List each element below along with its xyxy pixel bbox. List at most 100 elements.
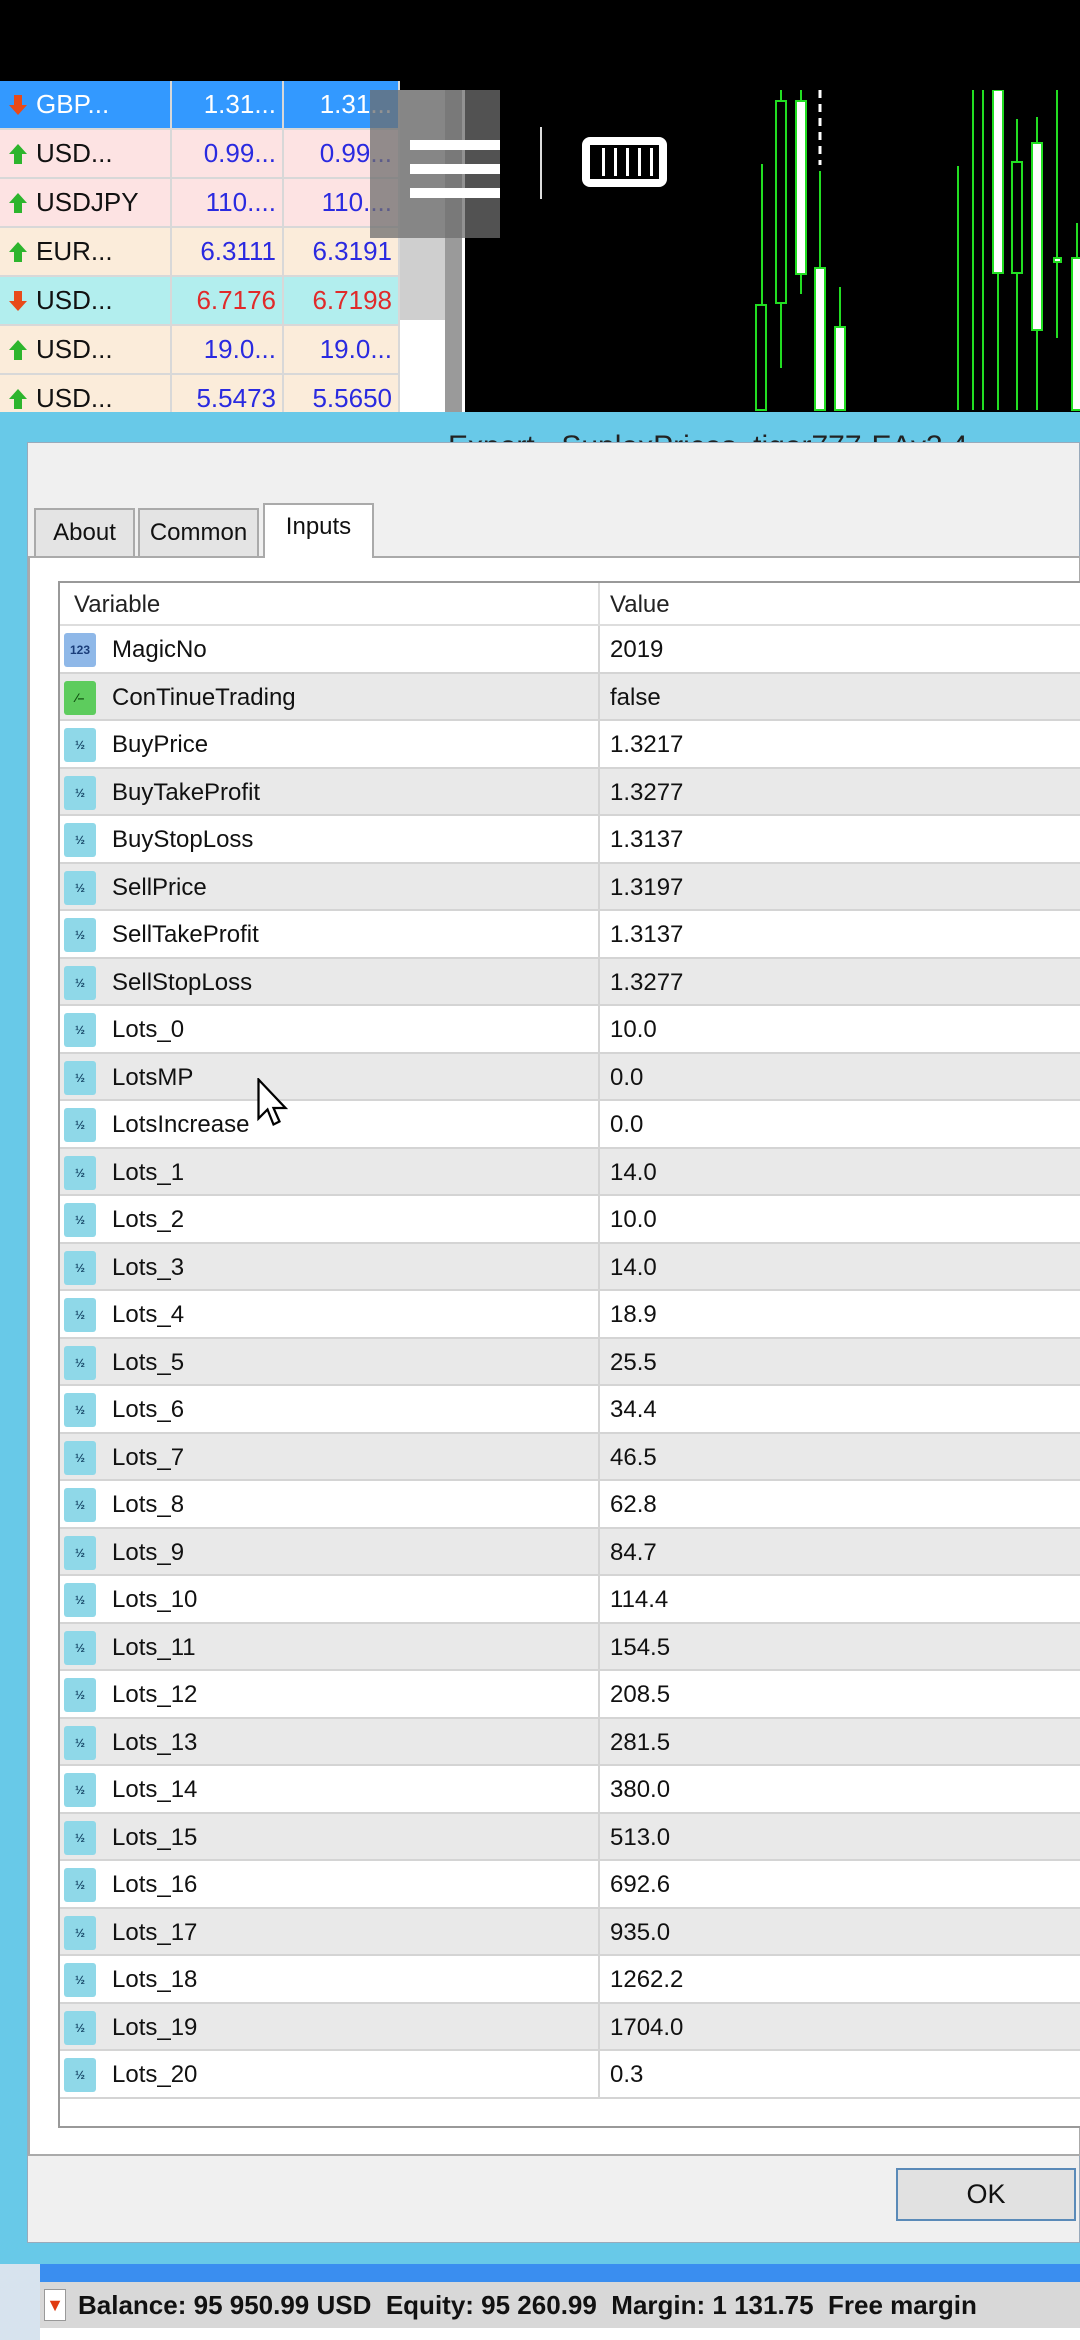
input-row[interactable]: ½ Lots_18 1262.2 — [60, 1956, 1080, 2004]
variable-name: Lots_0 — [112, 1016, 185, 1043]
market-watch-row[interactable]: USD... 6.7176 6.7198 — [0, 277, 400, 326]
input-row[interactable]: ½ Lots_12 208.5 — [60, 1671, 1080, 1719]
bool-type-icon: ⁄– — [64, 680, 96, 715]
input-row[interactable]: ½ Lots_4 18.9 — [60, 1291, 1080, 1339]
input-row[interactable]: ½ LotsMP 0.0 — [60, 1053, 1080, 1101]
variable-value[interactable]: 10.0 — [610, 1016, 657, 1044]
input-row[interactable]: ½ Lots_14 380.0 — [60, 1766, 1080, 1814]
input-row[interactable]: ½ BuyTakeProfit 1.3277 — [60, 768, 1080, 816]
market-watch-row[interactable]: GBP... 1.31... 1.31... — [0, 81, 400, 130]
variable-value[interactable]: 46.5 — [610, 1444, 657, 1472]
terminal-area — [40, 2328, 1080, 2340]
divider — [540, 127, 542, 199]
variable-value[interactable]: 1.3217 — [610, 731, 683, 759]
market-watch-row[interactable]: USD... 0.99... 0.99... — [0, 130, 400, 179]
variable-name: Lots_8 — [112, 1491, 185, 1518]
variable-name: SellTakeProfit — [112, 921, 259, 948]
variable-name: Lots_4 — [112, 1301, 185, 1328]
dialog-body: About Common Inputs Variable Value 123 M… — [27, 442, 1080, 2243]
column-header-variable[interactable]: Variable — [74, 591, 160, 619]
input-row[interactable]: ½ LotsIncrease 0.0 — [60, 1101, 1080, 1149]
variable-value[interactable]: 14.0 — [610, 1254, 657, 1282]
input-row[interactable]: ½ Lots_20 0.3 — [60, 2051, 1080, 2099]
market-watch-row[interactable]: EUR... 6.3111 6.3191 — [0, 228, 400, 277]
double-type-icon: ½ — [64, 1915, 96, 1950]
variable-name: MagicNo — [112, 636, 207, 663]
keyboard-icon[interactable] — [582, 137, 667, 187]
tab-about[interactable]: About — [34, 508, 135, 556]
expert-dialog: Expert - SuplexPrices_tiger777-EAv3.4 Ab… — [0, 412, 1080, 2264]
tab-common[interactable]: Common — [138, 508, 259, 556]
variable-value[interactable]: 380.0 — [610, 1776, 670, 1804]
candle-body — [992, 90, 1004, 274]
variable-value[interactable]: 1.3137 — [610, 826, 683, 854]
input-row[interactable]: ½ Lots_17 935.0 — [60, 1908, 1080, 1956]
variable-value[interactable]: 935.0 — [610, 1919, 670, 1947]
input-row[interactable]: ½ Lots_1 14.0 — [60, 1148, 1080, 1196]
variable-value[interactable]: 34.4 — [610, 1396, 657, 1424]
variable-value[interactable]: 0.0 — [610, 1111, 643, 1139]
variable-value[interactable]: 84.7 — [610, 1539, 657, 1567]
input-row[interactable]: ½ Lots_8 62.8 — [60, 1481, 1080, 1529]
input-row[interactable]: ½ Lots_16 692.6 — [60, 1861, 1080, 1909]
candle-body — [755, 304, 767, 411]
bid-price: 110.... — [172, 179, 284, 226]
variable-value[interactable]: 14.0 — [610, 1159, 657, 1187]
variable-value[interactable]: 62.8 — [610, 1491, 657, 1519]
input-row[interactable]: ½ BuyPrice 1.3217 — [60, 721, 1080, 769]
variable-value[interactable]: 0.3 — [610, 2061, 643, 2089]
input-row[interactable]: ½ Lots_3 14.0 — [60, 1243, 1080, 1291]
input-row[interactable]: ½ SellStopLoss 1.3277 — [60, 958, 1080, 1006]
market-watch-row[interactable]: USDJPY 110.... 110.... — [0, 179, 400, 228]
input-row[interactable]: ½ Lots_15 513.0 — [60, 1813, 1080, 1861]
input-row[interactable]: ½ Lots_5 25.5 — [60, 1338, 1080, 1386]
ok-button[interactable]: OK — [896, 2168, 1076, 2221]
input-row[interactable]: ½ Lots_2 10.0 — [60, 1196, 1080, 1244]
double-type-icon: ½ — [64, 965, 96, 1000]
variable-value[interactable]: 114.4 — [610, 1586, 668, 1614]
input-row[interactable]: ½ Lots_19 1704.0 — [60, 2003, 1080, 2051]
input-row[interactable]: ½ SellPrice 1.3197 — [60, 863, 1080, 911]
variable-value[interactable]: 1262.2 — [610, 1966, 683, 1994]
input-row[interactable]: ⁄– ConTinueTrading false — [60, 673, 1080, 721]
variable-value[interactable]: 25.5 — [610, 1349, 657, 1377]
variable-value[interactable]: 1.3277 — [610, 969, 683, 997]
input-row[interactable]: ½ SellTakeProfit 1.3137 — [60, 911, 1080, 959]
variable-value[interactable]: 0.0 — [610, 1064, 643, 1092]
input-row[interactable]: ½ Lots_11 154.5 — [60, 1623, 1080, 1671]
input-row[interactable]: ½ Lots_13 281.5 — [60, 1718, 1080, 1766]
variable-value[interactable]: 154.5 — [610, 1634, 670, 1662]
input-row[interactable]: ½ BuyStopLoss 1.3137 — [60, 816, 1080, 864]
variable-value[interactable]: 513.0 — [610, 1824, 670, 1852]
inputs-table[interactable]: Variable Value 123 MagicNo 2019 ⁄– ConTin… — [58, 581, 1080, 2128]
variable-value[interactable]: 1.3137 — [610, 921, 683, 949]
variable-value[interactable]: 208.5 — [610, 1681, 670, 1709]
variable-value[interactable]: 2019 — [610, 636, 663, 664]
variable-value[interactable]: false — [610, 684, 661, 712]
market-watch-row[interactable]: USD... 19.0... 19.0... — [0, 326, 400, 375]
hamburger-icon[interactable] — [410, 140, 500, 200]
input-row[interactable]: ½ Lots_9 84.7 — [60, 1528, 1080, 1576]
candle-body — [775, 100, 787, 304]
arrow-up-icon — [9, 143, 27, 164]
variable-value[interactable]: 10.0 — [610, 1206, 657, 1234]
variable-value[interactable]: 18.9 — [610, 1301, 657, 1329]
variable-name: Lots_18 — [112, 1966, 198, 1993]
double-type-icon: ½ — [64, 1678, 96, 1712]
tab-inputs[interactable]: Inputs — [263, 503, 374, 558]
input-row[interactable]: ½ Lots_10 114.4 — [60, 1576, 1080, 1624]
input-row[interactable]: ½ Lots_6 34.4 — [60, 1386, 1080, 1434]
input-row[interactable]: ½ Lots_7 46.5 — [60, 1433, 1080, 1481]
column-header-value[interactable]: Value — [610, 591, 670, 619]
price-chart[interactable] — [465, 90, 1080, 413]
input-row[interactable]: ½ Lots_0 10.0 — [60, 1006, 1080, 1054]
variable-value[interactable]: 281.5 — [610, 1729, 670, 1757]
double-type-icon: ½ — [64, 1440, 96, 1475]
variable-value[interactable]: 692.6 — [610, 1871, 670, 1899]
variable-value[interactable]: 1.3197 — [610, 874, 683, 902]
input-row[interactable]: 123 MagicNo 2019 — [60, 626, 1080, 674]
terminal-tabs-strip — [40, 2264, 1080, 2282]
double-type-icon: ½ — [64, 1155, 96, 1190]
variable-value[interactable]: 1.3277 — [610, 779, 683, 807]
variable-value[interactable]: 1704.0 — [610, 2014, 683, 2042]
